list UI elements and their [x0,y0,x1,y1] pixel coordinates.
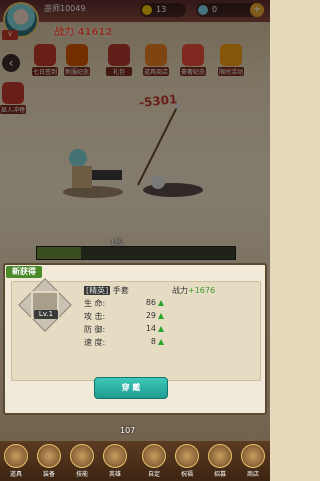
hero-icon [103,444,127,468]
equip-button[interactable]: 穿 戴 [94,377,168,399]
blessing-icon [175,444,199,468]
nav-shop[interactable]: 商店 [239,444,267,478]
nav-recruit[interactable]: 招募 [206,444,234,478]
item-title: [精英] 手套 [84,285,129,296]
item-name: 手套 [112,286,129,295]
nav-heroes[interactable]: 英雄 [101,444,129,478]
item-quality: [精英] [84,286,111,295]
stat-row-defense: 防 御: 14 [84,324,164,337]
item-stats: 生 命: 86 攻 击: 29 防 御: 14 速 度: 8 [84,298,164,350]
nav-equipment[interactable]: 装备 [35,444,63,478]
item-power: 战力+1676 [172,286,216,295]
up-arrow-icon [158,326,164,332]
skill-icon [70,444,94,468]
nav-items[interactable]: 道具 [2,444,30,478]
nav-blessing[interactable]: 祝福 [173,444,201,478]
recruit-icon [208,444,232,468]
dialog-title: 新获得 [6,266,42,278]
item-level: Lv.1 [34,310,58,319]
nav-skills[interactable]: 技能 [68,444,96,478]
up-arrow-icon [158,339,164,345]
nav-custom[interactable]: 自定 [140,444,168,478]
item-slot[interactable]: Lv.1 [18,278,72,332]
stat-row-attack: 攻 击: 29 [84,311,164,324]
item-count: 107 [120,426,136,435]
up-arrow-icon [158,300,164,306]
stat-row-speed: 速 度: 8 [84,337,164,350]
stat-row-hp: 生 命: 86 [84,298,164,311]
bag-icon [4,444,28,468]
store-icon [241,444,265,468]
armor-icon [37,444,61,468]
custom-icon [142,444,166,468]
up-arrow-icon [158,313,164,319]
